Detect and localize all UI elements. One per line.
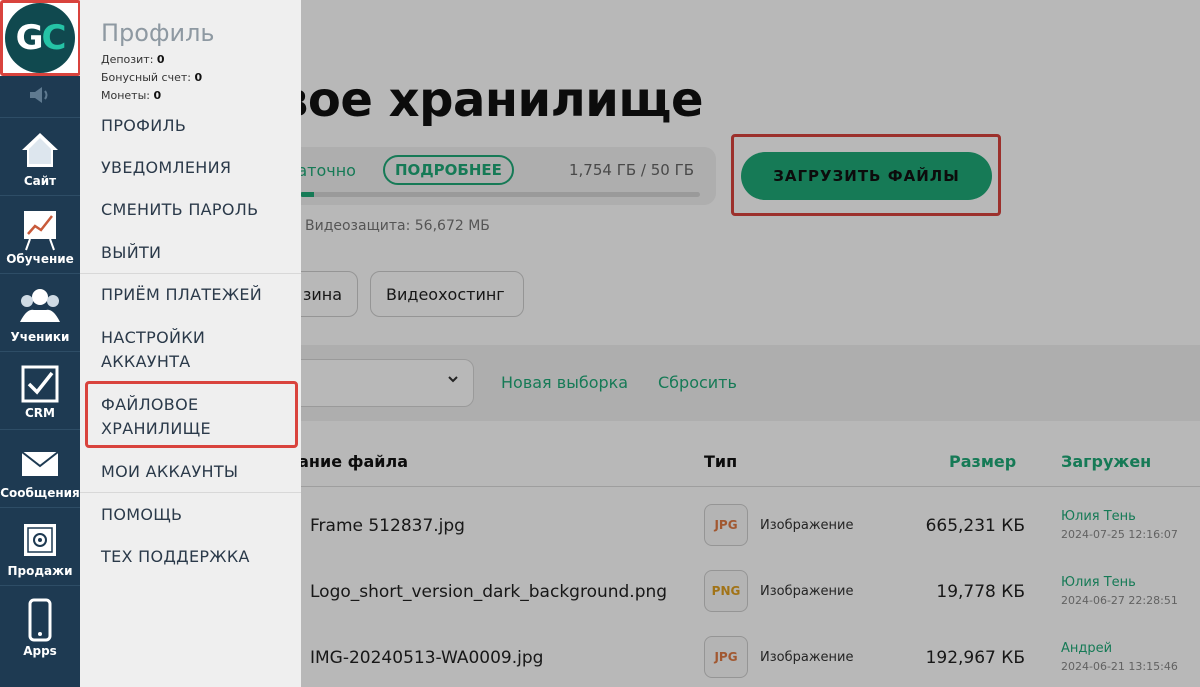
rail-label: Сообщения bbox=[0, 486, 80, 500]
bonus-stat: Бонусный счет: 0 bbox=[101, 71, 202, 84]
rail-item-crm[interactable]: CRM bbox=[0, 351, 80, 429]
users-icon bbox=[20, 289, 60, 322]
phone-icon bbox=[28, 598, 52, 642]
left-nav-rail: GC Сайт Обучение Ученики CRM Сообщения П… bbox=[0, 0, 81, 687]
coins-stat: Монеты: 0 bbox=[101, 89, 161, 102]
coins-label: Монеты: bbox=[101, 89, 150, 102]
menu-item-notifications[interactable]: УВЕДОМЛЕНИЯ bbox=[101, 156, 231, 180]
coins-value: 0 bbox=[153, 89, 162, 102]
rail-label: CRM bbox=[25, 406, 55, 420]
rail-label: Apps bbox=[23, 644, 57, 658]
rail-item-apps[interactable]: Apps bbox=[0, 585, 80, 687]
bonus-label: Бонусный счет: bbox=[101, 71, 191, 84]
logo-highlight-frame bbox=[0, 0, 81, 76]
rail-item-students[interactable]: Ученики bbox=[0, 273, 80, 351]
profile-dropdown: Профиль Депозит: 0 Бонусный счет: 0 Моне… bbox=[80, 0, 301, 687]
chart-board-icon bbox=[24, 211, 56, 251]
deposit-value: 0 bbox=[156, 53, 165, 66]
rail-label: Ученики bbox=[10, 330, 70, 344]
rail-item-learning[interactable]: Обучение bbox=[0, 195, 80, 273]
deposit-label: Депозит: bbox=[101, 53, 154, 66]
menu-item-help[interactable]: ПОМОЩЬ bbox=[101, 503, 182, 527]
menu-item-logout[interactable]: ВЫЙТИ bbox=[101, 241, 161, 265]
rail-label: Продажи bbox=[7, 564, 73, 578]
menu-item-my-accounts[interactable]: МОИ АККАУНТЫ bbox=[101, 460, 238, 484]
menu-item-change-password[interactable]: СМЕНИТЬ ПАРОЛЬ bbox=[101, 198, 258, 222]
file-storage-highlight-frame bbox=[85, 381, 298, 448]
checkbox-icon bbox=[21, 365, 59, 403]
megaphone-icon[interactable] bbox=[28, 85, 52, 105]
home-icon bbox=[22, 133, 58, 167]
menu-item-tech-support[interactable]: ТЕХ ПОДДЕРЖКА bbox=[101, 545, 250, 569]
rail-label: Сайт bbox=[23, 174, 57, 188]
rail-item-messages[interactable]: Сообщения bbox=[0, 429, 80, 507]
bonus-value: 0 bbox=[194, 71, 203, 84]
rail-item-sales[interactable]: Продажи bbox=[0, 507, 80, 585]
profile-title: Профиль bbox=[101, 19, 215, 47]
menu-item-payments[interactable]: ПРИЁМ ПЛАТЕЖЕЙ bbox=[101, 283, 262, 307]
rail-item-site[interactable]: Сайт bbox=[0, 117, 80, 195]
envelope-icon bbox=[21, 451, 59, 476]
logo-container[interactable]: GC bbox=[0, 0, 81, 76]
menu-item-account-settings[interactable]: НАСТРОЙКИ АККАУНТА bbox=[101, 326, 251, 374]
deposit-stat: Депозит: 0 bbox=[101, 53, 165, 66]
rail-label: Обучение bbox=[6, 252, 74, 266]
safe-icon bbox=[24, 524, 56, 556]
menu-divider bbox=[80, 273, 301, 274]
menu-divider bbox=[80, 492, 301, 493]
menu-item-profile[interactable]: ПРОФИЛЬ bbox=[101, 114, 186, 138]
